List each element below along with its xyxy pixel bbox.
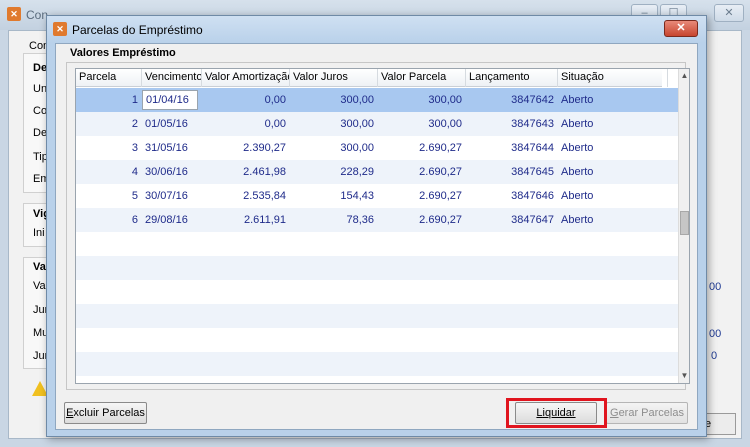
cell-situacao[interactable]: Aberto — [558, 184, 668, 208]
cell-juros[interactable]: 300,00 — [290, 88, 378, 112]
empty-row[interactable] — [76, 352, 678, 376]
button-label: xcluir Parcelas — [73, 407, 145, 419]
app-icon: ✕ — [7, 7, 21, 21]
cell-lancamento[interactable]: 3847645 — [466, 160, 558, 184]
cell-valor-parcela[interactable]: 2.690,27 — [378, 136, 466, 160]
cell-valor-parcela[interactable]: 2.690,27 — [378, 184, 466, 208]
cell-lancamento[interactable]: 3847643 — [466, 112, 558, 136]
empty-row[interactable] — [76, 232, 678, 256]
background-label: Va — [33, 261, 46, 273]
cell-vencimento[interactable]: 30/07/16 — [142, 184, 198, 208]
column-header-valor-parcela[interactable]: Valor Parcela — [378, 69, 466, 87]
cell-situacao[interactable]: Aberto — [558, 136, 668, 160]
cell-amortizacao[interactable]: 2.611,91 — [202, 208, 290, 232]
dialog-client-area: Valores Empréstimo Parcela Vencimento Va… — [55, 43, 698, 430]
cell-vencimento[interactable]: 31/05/16 — [142, 136, 198, 160]
cell-vencimento[interactable]: 01/05/16 — [142, 112, 198, 136]
background-label: Ini — [33, 227, 45, 239]
cell-situacao[interactable]: Aberto — [558, 112, 668, 136]
table-row[interactable]: 2 01/05/16 0,00 300,00 300,00 3847643 Aberto — [76, 112, 678, 136]
table-row[interactable]: 4 30/06/16 2.461,98 228,29 2.690,27 3847645 Ab… — [76, 160, 678, 184]
cell-vencimento[interactable]: 01/04/16 — [142, 90, 198, 110]
cell-juros[interactable]: 228,29 — [290, 160, 378, 184]
gerar-parcelas-button[interactable]: Gerar Parcelas — [606, 402, 688, 424]
background-label: Co — [33, 105, 48, 117]
dialog-titlebar: ✕ Parcelas do Empréstimo ✕ — [47, 16, 706, 43]
cell-situacao[interactable]: Aberto — [558, 88, 668, 112]
background-label: Un — [33, 83, 48, 95]
cell-valor-parcela[interactable]: 2.690,27 — [378, 208, 466, 232]
parcelas-grid[interactable]: Parcela Vencimento Valor Amortização Val… — [75, 68, 690, 384]
cell-amortizacao[interactable]: 2.535,84 — [202, 184, 290, 208]
cell-amortizacao[interactable]: 0,00 — [202, 88, 290, 112]
liquidar-highlight-box — [506, 398, 607, 428]
cell-lancamento[interactable]: 3847646 — [466, 184, 558, 208]
scroll-down-icon[interactable]: ▼ — [679, 369, 689, 383]
background-value: 00 — [709, 281, 722, 293]
column-header-amortizacao[interactable]: Valor Amortização — [202, 69, 290, 87]
cell-vencimento[interactable]: 29/08/16 — [142, 208, 198, 232]
empty-row[interactable] — [76, 304, 678, 328]
background-value: 00 — [709, 328, 722, 340]
cell-valor-parcela[interactable]: 2.690,27 — [378, 160, 466, 184]
empty-row[interactable] — [76, 280, 678, 304]
cell-vencimento[interactable]: 30/06/16 — [142, 160, 198, 184]
cell-amortizacao[interactable]: 0,00 — [202, 112, 290, 136]
cell-parcela[interactable]: 2 — [76, 112, 142, 136]
background-label: De — [33, 127, 48, 139]
accelerator-key: G — [610, 407, 619, 419]
background-value: 0 — [711, 350, 718, 362]
cell-valor-parcela[interactable]: 300,00 — [378, 88, 466, 112]
table-row[interactable]: 3 31/05/16 2.390,27 300,00 2.690,27 3847644 Ab… — [76, 136, 678, 160]
cell-parcela[interactable]: 4 — [76, 160, 142, 184]
button-label: erar Parcelas — [618, 407, 684, 419]
empty-row[interactable] — [76, 328, 678, 352]
cell-parcela[interactable]: 3 — [76, 136, 142, 160]
cell-amortizacao[interactable]: 2.390,27 — [202, 136, 290, 160]
column-header-parcela[interactable]: Parcela — [76, 69, 142, 87]
cell-situacao[interactable]: Aberto — [558, 208, 668, 232]
scroll-up-icon[interactable]: ▲ — [679, 69, 689, 83]
dialog-title: Parcelas do Empréstimo — [72, 23, 203, 37]
parcelas-dialog: ✕ Parcelas do Empréstimo ✕ Valores Empré… — [46, 15, 707, 437]
cell-parcela[interactable]: 5 — [76, 184, 142, 208]
cell-lancamento[interactable]: 3847644 — [466, 136, 558, 160]
excluir-parcelas-button[interactable]: Excluir Parcelas — [64, 402, 147, 424]
cell-juros[interactable]: 300,00 — [290, 136, 378, 160]
empty-row[interactable] — [76, 256, 678, 280]
column-header-lancamento[interactable]: Lançamento — [466, 69, 558, 87]
cell-amortizacao[interactable]: 2.461,98 — [202, 160, 290, 184]
grid-vertical-scrollbar[interactable]: ▲ ▼ — [678, 69, 689, 383]
cell-valor-parcela[interactable]: 300,00 — [378, 112, 466, 136]
cell-parcela[interactable]: 6 — [76, 208, 142, 232]
app-icon: ✕ — [53, 22, 67, 36]
cell-juros[interactable]: 300,00 — [290, 112, 378, 136]
column-header-juros[interactable]: Valor Juros — [290, 69, 378, 87]
cell-situacao[interactable]: Aberto — [558, 160, 668, 184]
scroll-thumb[interactable] — [680, 211, 689, 235]
cell-lancamento[interactable]: 3847642 — [466, 88, 558, 112]
cell-juros[interactable]: 154,43 — [290, 184, 378, 208]
table-row[interactable]: 6 29/08/16 2.611,91 78,36 2.690,27 3847647 Abe… — [76, 208, 678, 232]
cell-juros[interactable]: 78,36 — [290, 208, 378, 232]
table-row[interactable]: 1 01/04/16 0,00 300,00 300,00 3847642 Aberto — [76, 88, 678, 112]
table-row[interactable]: 5 30/07/16 2.535,84 154,43 2.690,27 3847646 Ab… — [76, 184, 678, 208]
column-header-vencimento[interactable]: Vencimento — [142, 69, 202, 87]
cell-parcela[interactable]: 1 — [76, 88, 142, 112]
group-title: Valores Empréstimo — [70, 47, 176, 59]
grid-header: Parcela Vencimento Valor Amortização Val… — [76, 69, 668, 87]
cell-lancamento[interactable]: 3847647 — [466, 208, 558, 232]
background-close-button[interactable]: ✕ — [714, 4, 744, 22]
background-label: De — [33, 62, 48, 74]
column-header-situacao[interactable]: Situação — [558, 69, 668, 87]
background-window-title: Con — [26, 8, 49, 22]
dialog-close-button[interactable]: ✕ — [664, 20, 698, 37]
